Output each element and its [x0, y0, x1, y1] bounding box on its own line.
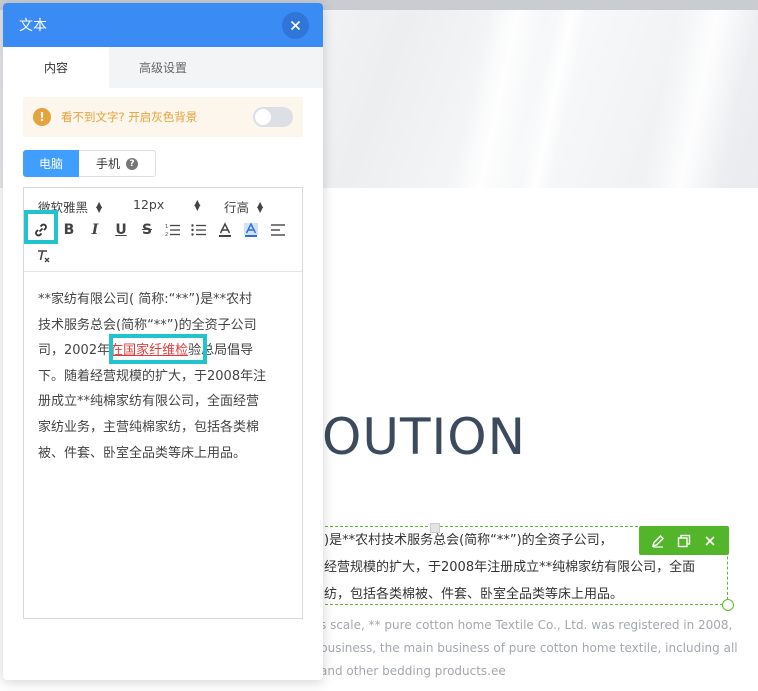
page-english-line: and other bedding products.ee — [320, 664, 506, 678]
page-text-line: 经营规模的扩大，于2008年注册成立**纯棉家纺有限公司，全面 — [324, 560, 696, 575]
page-english-line: s scale, ** pure cotton home Textile Co.… — [320, 618, 733, 632]
gray-background-toggle[interactable] — [253, 107, 293, 127]
align-button[interactable] — [268, 220, 288, 240]
content-line: 下。随着经营规模的扩大，于2008年注 — [38, 368, 267, 384]
content-line: **家纺有限公司( 简称:“**”)是**农村 — [38, 292, 253, 307]
content-line: 册成立**纯棉家纺有限公司，全面经营 — [38, 394, 260, 410]
section-heading: OUTION — [322, 408, 526, 466]
line-height-select[interactable]: 行高 ▲ ▼ — [224, 197, 263, 216]
clear-format-icon — [38, 250, 50, 263]
editor-content[interactable]: **家纺有限公司( 简称:“**”)是**农村 技术服务总会(简称“**”)的全… — [38, 287, 290, 466]
editor-toolbar: 微软雅黑 ▲ ▼ 12px ▲ ▼ 行高 ▲ ▼ B I U S 12 — [24, 188, 302, 272]
mobile-button[interactable]: 手机 ? — [79, 150, 156, 177]
clear-format-button[interactable] — [33, 246, 53, 266]
bullet-list-button[interactable] — [189, 220, 209, 240]
select-arrows-icon: ▲ ▼ — [257, 199, 264, 214]
page-english-line: business, the main business of pure cott… — [320, 641, 738, 655]
content-line: 家纺业务，主营纯棉家纺，包括各类棉 — [38, 419, 260, 435]
background-color-icon — [244, 222, 258, 237]
close-icon — [705, 535, 715, 546]
panel-title: 文本 — [19, 18, 47, 34]
warning-icon: ! — [33, 108, 51, 126]
highlight-box — [24, 210, 58, 244]
close-icon — [290, 20, 301, 30]
drag-handle[interactable] — [430, 523, 440, 533]
panel-header: 文本 — [3, 3, 323, 47]
bullet-list-icon — [191, 224, 206, 236]
content-line: 被、件套、卧室全品类等床上用品。 — [38, 445, 247, 461]
help-icon[interactable]: ? — [126, 157, 138, 170]
panel-tabs: 内容 高级设置 — [3, 47, 323, 88]
edit-button[interactable] — [647, 530, 669, 552]
rich-text-editor: 微软雅黑 ▲ ▼ 12px ▲ ▼ 行高 ▲ ▼ B I U S 12 **家纺… — [23, 187, 303, 619]
background-color-button[interactable] — [241, 220, 261, 240]
page-text-line: )是**农村技术服务总会(简称“**”)的全资子公司， — [324, 533, 613, 548]
svg-text:1: 1 — [165, 224, 168, 230]
strikethrough-icon[interactable]: S — [137, 220, 157, 240]
tab-advanced[interactable]: 高级设置 — [109, 47, 217, 88]
close-button[interactable] — [282, 11, 309, 39]
font-color-button[interactable] — [215, 220, 235, 240]
notice-text: 看不到文字? 开启灰色背景 — [61, 110, 198, 124]
device-switch: 电脑 手机 ? — [23, 150, 156, 177]
line-height-value: 行高 — [224, 200, 250, 215]
bold-icon[interactable]: B — [59, 220, 79, 240]
align-icon — [271, 224, 285, 236]
select-arrows-icon: ▲ ▼ — [96, 199, 103, 214]
pencil-icon — [651, 534, 665, 548]
svg-text:2: 2 — [165, 232, 168, 237]
element-toolbar — [639, 526, 729, 555]
highlight-box — [109, 334, 207, 364]
ordered-list-button[interactable]: 12 — [163, 220, 183, 240]
tab-content[interactable]: 内容 — [3, 47, 109, 88]
font-size-select[interactable]: 12px ▲ ▼ — [133, 197, 200, 212]
page-text-line: 纺，包括各类棉被、件套、卧室全品类等床上用品。 — [324, 587, 624, 602]
font-color-icon — [219, 222, 231, 237]
underline-icon[interactable]: U — [111, 220, 131, 240]
text-settings-panel: 文本 内容 高级设置 ! 看不到文字? 开启灰色背景 电脑 手机 ? 微软雅黑 … — [3, 3, 323, 680]
font-size-value: 12px — [133, 197, 165, 212]
desktop-button[interactable]: 电脑 — [23, 150, 79, 177]
copy-icon — [677, 534, 691, 547]
select-arrows-icon: ▲ ▼ — [194, 197, 201, 212]
gray-background-notice: ! 看不到文字? 开启灰色背景 — [23, 97, 303, 137]
ordered-list-icon: 12 — [165, 224, 180, 237]
italic-icon[interactable]: I — [85, 220, 105, 240]
mobile-label: 手机 — [95, 157, 120, 171]
copy-button[interactable] — [673, 530, 695, 552]
delete-button[interactable] — [699, 530, 721, 552]
content-text: 司，2002年 — [38, 343, 111, 359]
resize-handle[interactable] — [722, 599, 734, 611]
